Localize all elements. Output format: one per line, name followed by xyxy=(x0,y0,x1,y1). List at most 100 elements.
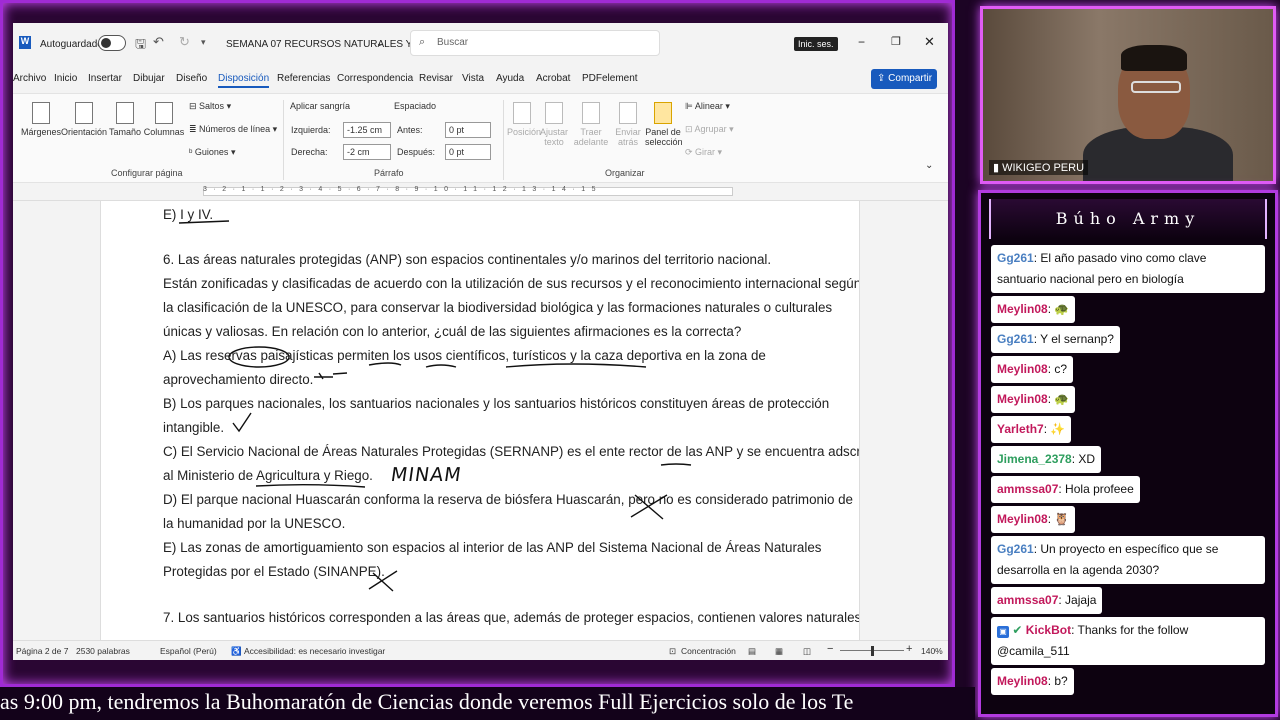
autosave-toggle[interactable] xyxy=(98,35,126,51)
status-zoom[interactable]: 140% xyxy=(921,646,943,656)
wrap-text-icon xyxy=(545,102,563,124)
tab-inicio[interactable]: Inicio xyxy=(54,73,77,84)
word-logo-icon: W xyxy=(19,36,31,49)
ruler-numbers: 3·2·1·1·2·3·4·5·6·7·8·9·10·11·12·13·14·1… xyxy=(203,186,603,193)
chat-user[interactable]: Meylin08 xyxy=(997,512,1048,526)
read-mode-icon[interactable]: ▤ xyxy=(748,646,756,657)
chat-user[interactable]: Jimena_2378 xyxy=(997,452,1072,466)
tab-dibujar[interactable]: Dibujar xyxy=(133,73,165,84)
tab-archivo[interactable]: Archivo xyxy=(13,73,46,84)
redo-icon[interactable]: ↻ xyxy=(179,34,190,50)
zoom-slider-handle[interactable] xyxy=(871,646,874,656)
tab-diseno[interactable]: Diseño xyxy=(176,73,207,84)
hyphenation-button[interactable]: ᵇ Guiones ▾ xyxy=(189,147,235,158)
document-title[interactable]: SEMANA 07 RECURSOS NATURALES Y... xyxy=(226,39,419,50)
web-layout-icon[interactable]: ◫ xyxy=(803,646,811,657)
ink-check-b xyxy=(232,412,252,433)
send-backward-icon xyxy=(619,102,637,124)
chat-text: : Hola profeee xyxy=(1058,482,1134,496)
indent-left-input[interactable]: -1.25 cm xyxy=(343,122,391,138)
line-numbers-button[interactable]: ≣ Números de línea ▾ xyxy=(189,124,277,135)
tab-revisar[interactable]: Revisar xyxy=(419,73,453,84)
ink-circle-paisajisticas xyxy=(228,346,290,368)
chat-user[interactable]: Gg261 xyxy=(997,332,1034,346)
chat-user[interactable]: Meylin08 xyxy=(997,674,1048,688)
chat-user[interactable]: Gg261 xyxy=(997,251,1034,265)
share-button[interactable]: ⇪ Compartir xyxy=(871,69,937,89)
breaks-button[interactable]: ⊟ Saltos ▾ xyxy=(189,101,231,112)
bring-forward-button[interactable]: Traer adelante xyxy=(571,102,611,147)
status-words[interactable]: 2530 palabras xyxy=(76,646,130,656)
chat-panel: Búho Army Gg261: El año pasado vino como… xyxy=(978,190,1278,717)
sign-in-button[interactable]: Inic. ses. xyxy=(794,37,838,51)
selection-pane-button[interactable]: Panel de selección xyxy=(645,102,683,147)
tab-referencias[interactable]: Referencias xyxy=(277,73,330,84)
ribbon-collapse-icon[interactable]: ⌄ xyxy=(925,160,933,171)
zoom-out-icon[interactable]: − xyxy=(827,643,833,655)
autosave-label: Autoguardado xyxy=(40,39,103,50)
chat-user[interactable]: Gg261 xyxy=(997,542,1034,556)
chat-user[interactable]: KickBot xyxy=(1026,623,1071,637)
status-accessibility[interactable]: Accesibilidad: es necesario investigar xyxy=(244,646,385,656)
tab-insertar[interactable]: Insertar xyxy=(88,73,122,84)
orientation-button[interactable]: Orientación xyxy=(61,102,107,137)
save-icon[interactable]: 🖫 xyxy=(135,35,146,57)
search-box[interactable]: ⌕ Buscar xyxy=(410,30,660,56)
margins-button[interactable]: Márgenes xyxy=(21,102,61,137)
webcam-label: ▮ WIKIGEO PERU xyxy=(989,160,1089,175)
webcam-label-text: WIKIGEO PERU xyxy=(1002,162,1085,174)
group-page-setup: Configurar página xyxy=(111,168,183,178)
zoom-in-icon[interactable]: + xyxy=(906,643,912,655)
position-button[interactable]: Posición xyxy=(507,102,541,137)
tab-pdfelement[interactable]: PDFelement xyxy=(582,73,638,84)
size-button[interactable]: Tamaño xyxy=(107,102,143,137)
wrap-text-button[interactable]: Ajustar texto xyxy=(539,102,569,147)
align-button[interactable]: ⊫ Alinear ▾ xyxy=(685,101,730,112)
chat-user[interactable]: Meylin08 xyxy=(997,392,1048,406)
indent-right-input[interactable]: -2 cm xyxy=(343,144,391,160)
send-backward-button[interactable]: Enviar atrás xyxy=(613,102,643,147)
align-icon: ⊫ xyxy=(685,101,695,111)
title-chevron-icon[interactable]: ⌄ xyxy=(376,38,384,49)
chat-text: : Y el sernanp? xyxy=(1033,332,1114,346)
rotate-label: Girar xyxy=(695,147,716,157)
chat-text: : 🐢 xyxy=(1047,392,1070,406)
chat-user[interactable]: Meylin08 xyxy=(997,362,1048,376)
status-focus[interactable]: Concentración xyxy=(681,646,736,656)
hyphenation-label: Guiones xyxy=(194,147,229,157)
columns-button[interactable]: Columnas xyxy=(143,102,185,137)
tab-ayuda[interactable]: Ayuda xyxy=(496,73,524,84)
status-page[interactable]: Página 2 de 7 xyxy=(16,646,68,656)
chat-text: : 🐢 xyxy=(1047,302,1070,316)
chat-message: Meylin08: c? xyxy=(991,356,1074,383)
chat-message: Meylin08: 🐢 xyxy=(991,386,1076,413)
rotate-button[interactable]: ⟳ Girar ▾ xyxy=(685,147,722,158)
spacing-after-input[interactable]: 0 pt xyxy=(445,144,491,160)
tab-acrobat[interactable]: Acrobat xyxy=(536,73,570,84)
webcam-panel: ▮ WIKIGEO PERU xyxy=(980,6,1276,184)
spacing-before-input[interactable]: 0 pt xyxy=(445,122,491,138)
tab-vista[interactable]: Vista xyxy=(462,73,484,84)
undo-icon[interactable]: ↶ xyxy=(153,34,164,50)
title-bar: W Autoguardado 🖫 ↶ ↻ ▾ SEMANA 07 RECURSO… xyxy=(13,23,948,67)
tab-disposicion[interactable]: Disposición xyxy=(218,73,270,88)
chat-user[interactable]: ammssa07 xyxy=(997,593,1058,607)
chat-text: : c? xyxy=(1047,362,1068,376)
chat-user[interactable]: ammssa07 xyxy=(997,482,1058,496)
minimize-icon[interactable]: − xyxy=(858,35,865,49)
chat-text: : XD xyxy=(1071,452,1096,466)
document-page[interactable]: E) I y IV. 6. Las áreas naturales proteg… xyxy=(100,201,860,641)
share-icon: ⇪ xyxy=(877,73,889,84)
status-language[interactable]: Español (Perú) xyxy=(160,646,217,656)
chat-message: Jimena_2378: XD xyxy=(991,446,1102,473)
margins-icon xyxy=(32,102,50,124)
chat-user[interactable]: Yarleth7 xyxy=(997,422,1044,436)
chat-user[interactable]: Meylin08 xyxy=(997,302,1048,316)
size-icon xyxy=(116,102,134,124)
group-objects-button[interactable]: ⊡ Agrupar ▾ xyxy=(685,124,734,135)
quick-access-menu-icon[interactable]: ▾ xyxy=(201,37,206,48)
tab-correspondencia[interactable]: Correspondencia xyxy=(337,73,413,84)
print-layout-icon[interactable]: ▦ xyxy=(775,646,783,657)
close-icon[interactable]: ✕ xyxy=(924,34,935,50)
maximize-icon[interactable]: ❐ xyxy=(891,35,901,48)
